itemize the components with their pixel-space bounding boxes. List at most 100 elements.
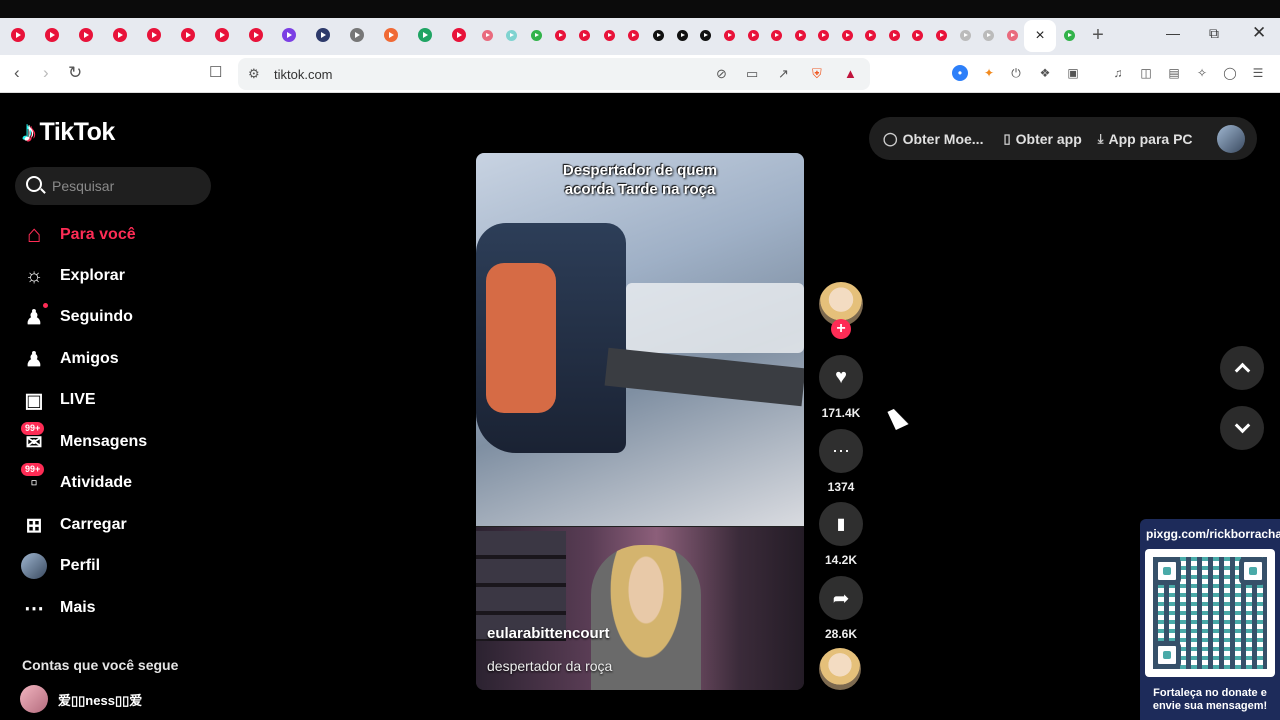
tab-drive[interactable] — [414, 24, 436, 46]
tab-google[interactable] — [977, 24, 999, 46]
brave-shield-icon[interactable]: ⛨ — [812, 66, 822, 82]
get-app-button[interactable]: ▯ Obter app — [1003, 131, 1081, 147]
extension-icon[interactable]: ✦ — [981, 65, 997, 81]
comment-button[interactable]: ⋯ — [819, 429, 863, 473]
screenshot-icon[interactable]: ▣ — [1065, 65, 1081, 81]
sidebar-item-following[interactable]: ♟ Seguindo — [20, 302, 133, 332]
tab-youtube[interactable] — [7, 24, 29, 46]
save-button[interactable]: ▮ — [819, 502, 863, 546]
previous-video-button[interactable] — [1220, 346, 1264, 390]
following-account-item[interactable]: 爱▯▯ness▯▯爱 — [20, 685, 142, 713]
close-icon[interactable]: × — [1035, 27, 1044, 45]
tab-site[interactable] — [500, 24, 522, 46]
tab-site[interactable] — [346, 24, 368, 46]
site-settings-icon[interactable]: ⚙ — [248, 66, 260, 82]
google-icon — [959, 29, 971, 41]
bookmark-icon[interactable]: ☐ — [209, 63, 222, 81]
reload-icon[interactable]: ↻ — [68, 63, 82, 83]
tab-youtube[interactable] — [75, 24, 97, 46]
tab-tiktok[interactable] — [647, 24, 669, 46]
screen-icon[interactable]: ▭ — [746, 66, 758, 82]
tab-youtube[interactable] — [549, 24, 571, 46]
tab-tiktok[interactable] — [694, 24, 716, 46]
tab-youtube[interactable] — [109, 24, 131, 46]
tab-youtube[interactable] — [41, 24, 63, 46]
search-box[interactable] — [15, 167, 211, 205]
close-window-icon[interactable]: ✕ — [1252, 23, 1266, 43]
sidebar-item-explore[interactable]: ☼ Explorar — [20, 261, 125, 291]
url-field[interactable]: ⚙ tiktok.com ⊘ ▭ ↗ ⛨ ▲ — [238, 58, 870, 90]
sidebar-item-messages[interactable]: ✉ 99+ Mensagens — [20, 422, 147, 457]
tab-youtube[interactable] — [859, 24, 881, 46]
brave-rewards-icon[interactable]: ▲ — [844, 66, 857, 81]
power-icon[interactable]: ⏻ — [1008, 65, 1024, 81]
tab-site[interactable] — [312, 24, 334, 46]
sidebar-item-profile[interactable]: Perfil — [20, 551, 100, 581]
follow-plus-icon[interactable]: + — [831, 319, 851, 339]
tab-youtube[interactable] — [448, 24, 470, 46]
tiktok-logo[interactable]: ♪ TikTok — [22, 116, 115, 148]
tab-site[interactable] — [1001, 24, 1023, 46]
tab-active-close[interactable]: × — [1024, 20, 1056, 52]
tab-google[interactable] — [954, 24, 976, 46]
tab-site[interactable] — [380, 24, 402, 46]
tab-youtube[interactable] — [622, 24, 644, 46]
leo-ai-icon[interactable]: ✧ — [1194, 65, 1210, 81]
forward-icon[interactable]: › — [43, 63, 49, 83]
sidebar-item-for-you[interactable]: ⌂ Para você — [20, 220, 136, 250]
music-icon[interactable]: ♫ — [1110, 65, 1126, 81]
tab-youtube[interactable] — [718, 24, 740, 46]
extension-icon[interactable]: • — [952, 65, 968, 81]
sidebar-item-upload[interactable]: ⊞ Carregar — [20, 510, 127, 540]
pc-app-button[interactable]: ⤓ App para PC — [1098, 131, 1193, 147]
get-coins-button[interactable]: ◯ Obter Moe... — [883, 131, 983, 147]
avatar[interactable] — [1216, 124, 1245, 153]
like-button[interactable]: ♥ — [819, 355, 863, 399]
new-tab-button[interactable]: + — [1087, 24, 1109, 46]
sidebar-item-live[interactable]: ▣ LIVE — [20, 385, 96, 415]
tab-youtube[interactable] — [598, 24, 620, 46]
puzzle-icon[interactable]: ❖ — [1037, 65, 1053, 81]
sidebar-item-activity[interactable]: ▫ 99+ Atividade — [20, 463, 132, 498]
tab-youtube[interactable] — [883, 24, 905, 46]
next-video-button[interactable] — [1220, 406, 1264, 450]
sound-disc-avatar[interactable] — [819, 648, 861, 690]
share-icon[interactable]: ↗ — [778, 66, 789, 82]
wallet-icon[interactable]: ▤ — [1166, 65, 1182, 81]
share-button[interactable]: ➦ — [819, 576, 863, 620]
youtube-icon — [554, 29, 566, 41]
video-author[interactable]: eularabittencourt — [487, 625, 610, 642]
back-icon[interactable]: ‹ — [14, 63, 20, 83]
tab-media[interactable] — [278, 24, 300, 46]
overlay-footer: Fortaleça no donate e envie sua mensagem… — [1152, 687, 1268, 712]
tab-youtube[interactable] — [211, 24, 233, 46]
restore-icon[interactable]: ⧉ — [1209, 25, 1219, 42]
tab-youtube[interactable] — [836, 24, 858, 46]
site-icon — [384, 28, 398, 42]
get-coins-label: Obter Moe... — [902, 130, 984, 147]
url-text[interactable]: tiktok.com — [274, 67, 333, 82]
tab-youtube[interactable] — [742, 24, 764, 46]
tab-site[interactable] — [525, 24, 547, 46]
tab-youtube[interactable] — [573, 24, 595, 46]
tab-site[interactable] — [476, 24, 498, 46]
tab-youtube[interactable] — [906, 24, 928, 46]
sidebar-item-friends[interactable]: ♟ Amigos — [20, 344, 119, 374]
tab-youtube[interactable] — [812, 24, 834, 46]
minimize-icon[interactable]: — — [1166, 25, 1180, 41]
tab-youtube[interactable] — [930, 24, 952, 46]
sidebar-item-more[interactable]: ⋯ Mais — [20, 593, 96, 623]
tab-site[interactable] — [1058, 24, 1080, 46]
vpn-icon[interactable]: ◯ — [1222, 65, 1238, 81]
cast-off-icon[interactable]: ⊘ — [716, 66, 727, 82]
tab-youtube[interactable] — [245, 24, 267, 46]
tab-youtube[interactable] — [765, 24, 787, 46]
tab-youtube[interactable] — [177, 24, 199, 46]
tab-youtube[interactable] — [789, 24, 811, 46]
tab-tiktok[interactable] — [671, 24, 693, 46]
sidebar-icon[interactable]: ◫ — [1138, 65, 1154, 81]
search-input[interactable] — [52, 167, 202, 205]
tab-youtube[interactable] — [143, 24, 165, 46]
menu-icon[interactable]: ☰ — [1250, 65, 1266, 81]
video-player[interactable]: Despertador de quem acorda Tarde na roça … — [476, 153, 804, 690]
